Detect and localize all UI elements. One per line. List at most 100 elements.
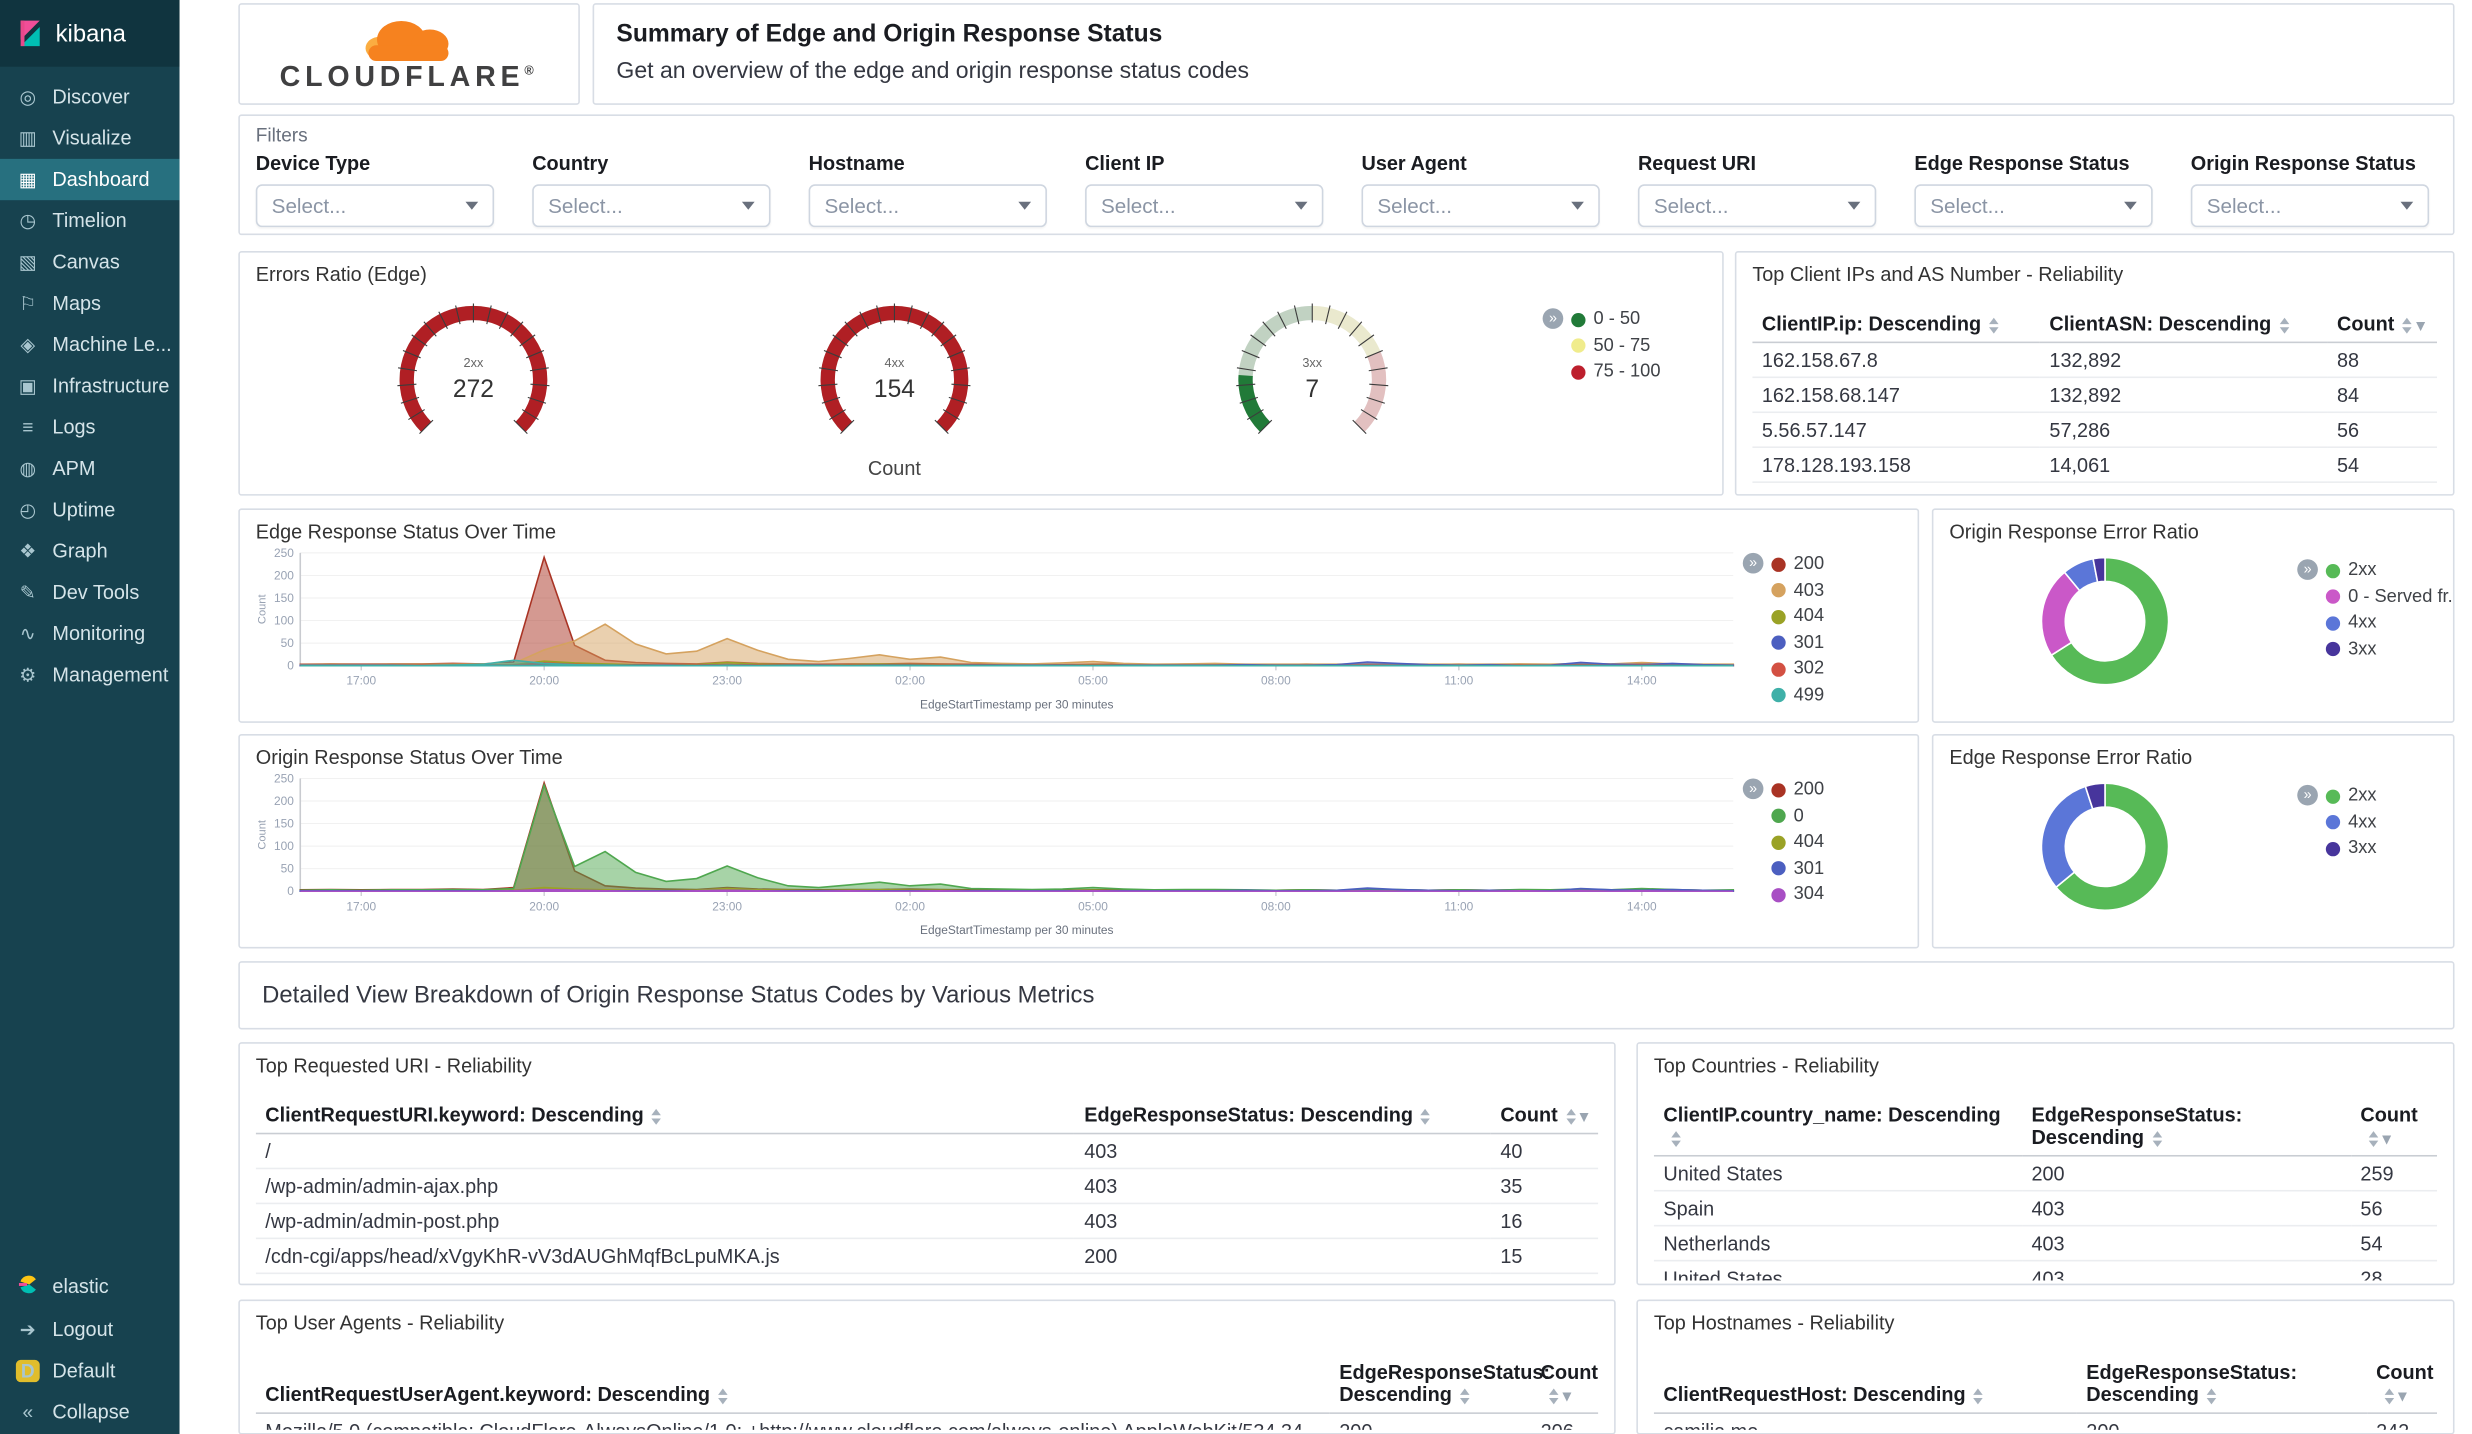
column-header[interactable]: Count ▾ — [2327, 306, 2438, 344]
legend-item[interactable]: 200 — [1771, 777, 1824, 803]
filter-label: Client IP — [1085, 152, 1165, 175]
legend-item[interactable]: 4xx — [2325, 809, 2377, 835]
legend-item[interactable]: 301 — [1771, 856, 1824, 882]
sidebar-item-infra[interactable]: ▣ Infrastructure — [0, 365, 180, 406]
legend-item[interactable]: 3xx — [2325, 836, 2377, 862]
sidebar-item-dashboard[interactable]: ▦ Dashboard — [0, 158, 180, 201]
origin-over-time-chart[interactable]: 0 50 100 150 200 250 17:00 20:00 23:00 02:00 05:00… — [253, 771, 1746, 939]
table-row[interactable]: /wp-admin/admin-post.php 403 16 — [255, 1203, 1599, 1240]
column-header[interactable]: Count ▾ — [1531, 1355, 1599, 1414]
filter-select[interactable]: Select... — [1914, 184, 2153, 228]
legend-item[interactable]: 50 - 75 — [1571, 333, 1660, 359]
sidebar-item-maps[interactable]: ⚐ Maps — [0, 283, 180, 324]
filter-select[interactable]: Select... — [1085, 184, 1324, 228]
errors-ratio-gauge-panel: Errors Ratio (Edge) 2xx 272 4xx 154 3xx 7 C… — [238, 251, 1724, 496]
column-header[interactable]: Count ▾ — [1490, 1097, 1599, 1135]
sidebar-item-monitoring[interactable]: ∿ Monitoring — [0, 613, 180, 654]
sidebar-item-canvas[interactable]: ▧ Canvas — [0, 241, 180, 282]
table-row[interactable]: 178.128.193.158 14,061 54 — [1752, 447, 2438, 483]
column-header[interactable]: ClientRequestUserAgent.keyword: Descendi… — [255, 1355, 1330, 1414]
legend-color-dot — [1771, 609, 1786, 624]
sidebar-item-management[interactable]: ⚙ Management — [0, 655, 180, 696]
panel-title: Edge Response Error Ratio — [1949, 746, 2193, 769]
sidebar-item-default[interactable]: D Default — [0, 1350, 180, 1391]
filter-select[interactable]: Select... — [255, 184, 495, 228]
sidebar-item-timelion[interactable]: ◷ Timelion — [0, 200, 180, 241]
table-row[interactable]: United States 200 259 — [1653, 1155, 2438, 1192]
legend-item[interactable]: 404 — [1771, 604, 1824, 630]
sidebar-item-collapse[interactable]: « Collapse — [0, 1392, 180, 1433]
table-row[interactable]: Netherlands 403 54 — [1653, 1225, 2438, 1262]
legend-item[interactable]: 200 — [1771, 551, 1824, 577]
sidebar-item-elastic[interactable]: elastic — [0, 1265, 180, 1309]
legend-item[interactable]: 302 — [1771, 656, 1824, 682]
column-header[interactable]: EdgeResponseStatus: Descending — [2021, 1097, 2351, 1157]
column-header[interactable]: EdgeResponseStatus: Descending — [2076, 1355, 2367, 1414]
legend-item[interactable]: 75 - 100 — [1571, 359, 1661, 385]
origin-error-ratio-donut[interactable] — [2026, 542, 2185, 701]
filter-select[interactable]: Select... — [2190, 184, 2430, 228]
sidebar-item-visualize[interactable]: ▥ Visualize — [0, 118, 180, 159]
table-row[interactable]: /cdn-cgi/apps/head/xVgyKhR-vV3dAUGhMqfBc… — [255, 1238, 1599, 1275]
table-cell: 403 — [2021, 1225, 2351, 1262]
filter-select[interactable]: Select... — [1361, 184, 1600, 228]
filter-select[interactable]: Select... — [808, 184, 1047, 228]
filter-select[interactable]: Select... — [532, 184, 771, 228]
filter-select[interactable]: Select... — [1637, 184, 1877, 228]
kibana-logo[interactable]: kibana — [0, 0, 180, 67]
column-header[interactable]: Count ▾ — [2366, 1355, 2438, 1414]
table-row[interactable]: 162.158.67.8 132,892 88 — [1752, 342, 2438, 379]
legend-item[interactable]: 0 — [1771, 803, 1824, 829]
legend-item[interactable]: 0 - 50 — [1571, 307, 1660, 333]
legend-toggle-icon[interactable]: » — [1742, 778, 1764, 800]
legend-label: 0 - 50 — [1593, 310, 1641, 330]
filter-country: Country Select... — [532, 153, 808, 228]
edge-over-time-chart[interactable]: 0 50 100 150 200 250 17:00 20:00 23:00 02:00 05:00… — [253, 545, 1746, 713]
sidebar-item-devtools[interactable]: ✎ Dev Tools — [0, 572, 180, 613]
column-header[interactable]: Count ▾ — [2350, 1097, 2438, 1157]
legend-item[interactable]: 403 — [1771, 577, 1824, 603]
legend-item[interactable]: 4xx — [2325, 610, 2453, 636]
sidebar-item-graph[interactable]: ❖ Graph — [0, 531, 180, 572]
legend-color-dot — [2325, 642, 2341, 657]
legend-item[interactable]: 2xx — [2325, 783, 2377, 809]
column-header[interactable]: ClientIP.ip: Descending — [1752, 306, 2040, 344]
legend-toggle-icon[interactable]: » — [1742, 552, 1764, 574]
top-user-agents-panel: Top User Agents - Reliability ClientRequ… — [238, 1299, 1616, 1434]
edge-error-ratio-donut[interactable] — [2026, 767, 2185, 926]
legend-item[interactable]: 301 — [1771, 630, 1824, 656]
column-header[interactable]: ClientIP.country_name: Descending — [1653, 1097, 2022, 1157]
legend-toggle-icon[interactable]: » — [1542, 308, 1564, 329]
svg-text:250: 250 — [274, 771, 294, 785]
table-row[interactable]: /wp-admin/admin-ajax.php 403 35 — [255, 1168, 1599, 1205]
sidebar-item-apm[interactable]: ◍ APM — [0, 448, 180, 489]
table-row[interactable]: Spain 403 56 — [1653, 1190, 2438, 1227]
table-row[interactable]: camilia.me200242 — [1653, 1413, 2438, 1430]
legend-item[interactable]: 304 — [1771, 882, 1824, 908]
sidebar-item-label: Collapse — [52, 1401, 130, 1424]
sidebar-item-ml[interactable]: ◈ Machine Le... — [0, 324, 180, 365]
column-header[interactable]: ClientRequestURI.keyword: Descending — [255, 1097, 1075, 1135]
table-cell: / — [255, 1133, 1075, 1170]
sort-icon — [1459, 1388, 1470, 1404]
legend-item[interactable]: 3xx — [2325, 636, 2453, 662]
legend-toggle-icon[interactable]: » — [2297, 784, 2318, 806]
table-row[interactable]: 5.56.57.147 57,286 56 — [1752, 412, 2438, 449]
column-header[interactable]: ClientRequestHost: Descending — [1653, 1355, 2077, 1414]
column-header[interactable]: ClientASN: Descending — [2039, 306, 2328, 344]
column-header[interactable]: EdgeResponseStatus: Descending — [1329, 1355, 1550, 1414]
legend-item[interactable]: 2xx — [2325, 558, 2453, 584]
sidebar-item-discover[interactable]: ◎ Discover — [0, 76, 180, 117]
legend-item[interactable]: 499 — [1771, 682, 1824, 708]
legend-item[interactable]: 404 — [1771, 829, 1824, 855]
sidebar-item-logs[interactable]: ≡ Logs — [0, 407, 180, 448]
table-row[interactable]: 162.158.68.147 132,892 84 — [1752, 377, 2438, 414]
table-row[interactable]: /403 40 — [255, 1133, 1599, 1170]
sidebar-item-uptime[interactable]: ◴ Uptime — [0, 489, 180, 530]
table-row[interactable]: Mozilla/5.0 (compatible; CloudFlare-Alwa… — [255, 1413, 1599, 1430]
table-row[interactable]: United States 403 28 — [1653, 1260, 2438, 1281]
sidebar-item-logout[interactable]: ➔ Logout — [0, 1309, 180, 1350]
legend-toggle-icon[interactable]: » — [2297, 559, 2318, 580]
column-header[interactable]: EdgeResponseStatus: Descending — [1074, 1097, 1491, 1135]
legend-item[interactable]: 0 - Served fr... — [2325, 584, 2453, 610]
